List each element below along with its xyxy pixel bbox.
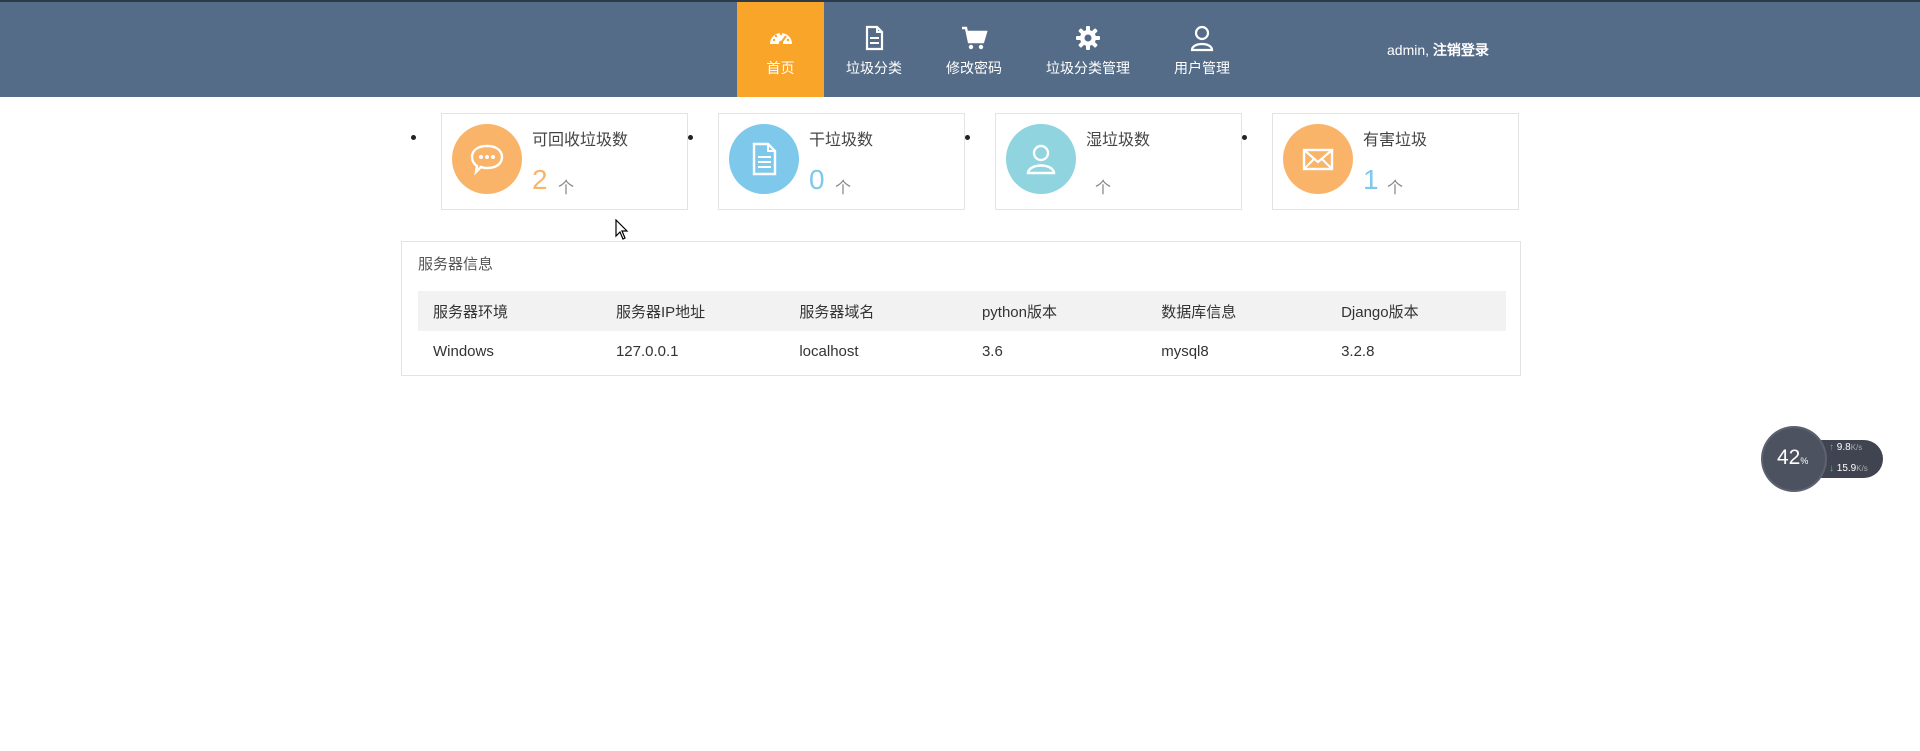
nav-item-label: 垃圾分类管理 [1046,59,1130,76]
upload-speed: ↑ 9.8K/s [1829,442,1863,453]
user-icon [1026,144,1056,175]
stat-card-recyclable: 可回收垃圾数 2 个 [441,113,688,210]
stat-value: 0 [809,164,825,195]
user-icon [1190,25,1214,51]
stat-value: 1 [1363,164,1379,195]
arrow-up-icon: ↑ [1829,442,1834,453]
user-info: admin, 注销登录 [1387,40,1489,60]
network-speed-widget[interactable]: 42% ↑ 9.8K/s ↓ 15.9K/s [1763,428,1884,490]
stat-cards: 可回收垃圾数 2 个 干垃圾数 0 个 湿垃圾数 个 有害垃圾 1 个 [405,113,1521,212]
chat-bubble-icon [470,144,504,176]
stat-icon-circle [1006,124,1076,194]
table-cell: Windows [433,342,494,360]
server-info-panel: 服务器信息 服务器环境 服务器IP地址 服务器域名 python版本 数据库信息… [401,241,1521,376]
table-cell: localhost [799,342,859,360]
list-bullet [1242,135,1247,140]
usage-percent: 42% [1777,446,1809,469]
column-header: 服务器IP地址 [600,291,785,331]
column-header: 服务器环境 [418,291,601,331]
stat-icon-circle [1283,124,1353,194]
username: admin, [1387,42,1430,58]
nav-item-label: 首页 [766,59,795,76]
stat-unit: 个 [558,180,575,197]
stat-unit: 个 [1095,180,1112,197]
table-cell: mysql8 [1161,342,1209,360]
list-bullet [411,135,416,140]
stat-card-hazardous: 有害垃圾 1 个 [1272,113,1519,210]
nav-item-garbage-manage[interactable]: 垃圾分类管理 [1024,2,1152,97]
cart-icon [962,26,988,49]
download-speed: ↓ 15.9K/s [1829,463,1868,474]
gear-icon [1076,25,1100,50]
stat-title: 有害垃圾 [1363,132,1428,149]
stat-icon-circle [729,124,799,194]
server-info-table: 服务器环境 服务器IP地址 服务器域名 python版本 数据库信息 Djang… [418,291,1506,371]
top-navbar: 首页 垃圾分类 修改密码 垃圾分类管理 用户管理 admin, 注销登录 [0,0,1920,97]
stat-unit: 个 [1387,180,1404,197]
mail-icon [1302,148,1334,171]
list-bullet [965,135,970,140]
nav-item-user-manage[interactable]: 用户管理 [1152,2,1252,97]
column-header: python版本 [966,291,1147,331]
list-bullet [688,135,693,140]
nav-item-change-password[interactable]: 修改密码 [924,2,1024,97]
stat-title: 干垃圾数 [809,132,874,149]
nav-item-garbage-classify[interactable]: 垃圾分类 [824,2,924,97]
table-cell: 3.6 [981,342,1003,360]
main-nav: 首页 垃圾分类 修改密码 垃圾分类管理 用户管理 [737,2,1252,97]
document-icon [752,142,777,176]
stat-title: 湿垃圾数 [1086,132,1151,149]
stat-title: 可回收垃圾数 [532,132,629,149]
nav-item-label: 垃圾分类 [846,59,902,76]
stat-card-dry: 干垃圾数 0 个 [718,113,965,210]
nav-item-label: 用户管理 [1174,59,1230,76]
stat-unit: 个 [835,180,852,197]
table-cell: 3.2.8 [1341,342,1375,360]
nav-item-label: 修改密码 [946,59,1002,76]
table-cell: 127.0.0.1 [615,342,679,360]
nav-item-home[interactable]: 首页 [737,2,824,97]
stat-icon-circle [452,124,522,194]
mouse-cursor-icon [615,219,629,240]
document-icon [865,25,884,50]
panel-title: 服务器信息 [418,256,494,273]
table-header-row: 服务器环境 服务器IP地址 服务器域名 python版本 数据库信息 Djang… [418,291,1506,331]
stat-value: 2 [532,164,548,195]
column-header: Django版本 [1326,291,1506,331]
column-header: 数据库信息 [1146,291,1327,331]
logout-link[interactable]: 注销登录 [1433,42,1489,58]
table-row: Windows 127.0.0.1 localhost 3.6 mysql8 3… [418,331,1506,371]
arrow-down-icon: ↓ [1829,463,1834,474]
column-header: 服务器域名 [784,291,967,331]
stat-card-wet: 湿垃圾数 个 [995,113,1242,210]
dashboard-icon [769,32,792,45]
